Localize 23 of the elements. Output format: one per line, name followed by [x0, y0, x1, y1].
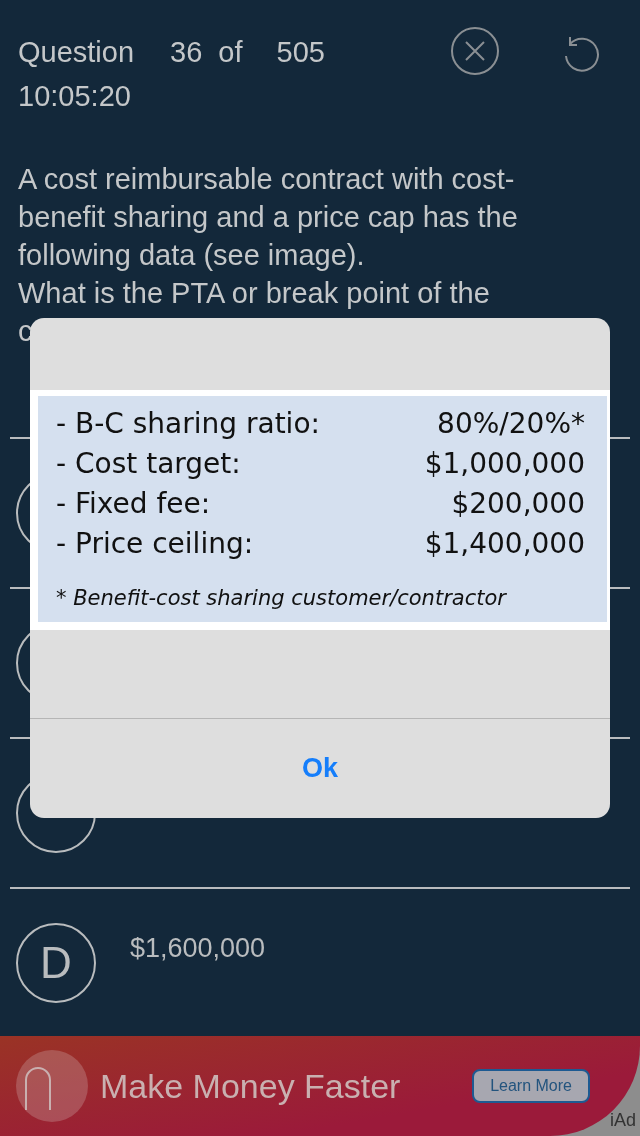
- question-number: 36: [170, 35, 203, 70]
- option-letter[interactable]: D: [16, 923, 96, 1003]
- ad-label: iAd: [610, 1109, 636, 1132]
- answer-text[interactable]: $1,600,000: [130, 927, 266, 969]
- data-label: - Fixed fee:: [56, 486, 211, 522]
- data-label: - Price ceiling:: [56, 526, 254, 562]
- ad-banner[interactable]: Make Money Faster Learn More iAd: [0, 1036, 640, 1136]
- question-total: 505: [276, 35, 325, 70]
- ad-headline: Make Money Faster: [100, 1065, 401, 1107]
- data-label: - Cost target:: [56, 446, 241, 482]
- question-label: Question: [18, 35, 135, 70]
- close-button[interactable]: [450, 26, 500, 76]
- footnote: * Benefit-cost sharing customer/contractor: [56, 585, 508, 612]
- data-label: - B-C sharing ratio:: [56, 406, 320, 442]
- ok-button[interactable]: Ok: [30, 718, 610, 818]
- data-value: 80%/20%*: [437, 406, 585, 442]
- of-label: of: [218, 35, 243, 70]
- data-value: $200,000: [451, 486, 585, 522]
- question-text: A cost reimbursable contract with cost-benefit sharing and a price cap has the following data (see image).: [18, 162, 519, 273]
- timer: 10:05:20: [18, 79, 132, 114]
- data-value: $1,400,000: [424, 526, 585, 562]
- data-value: $1,000,000: [424, 446, 585, 482]
- learn-more-button[interactable]: Learn More: [472, 1069, 590, 1103]
